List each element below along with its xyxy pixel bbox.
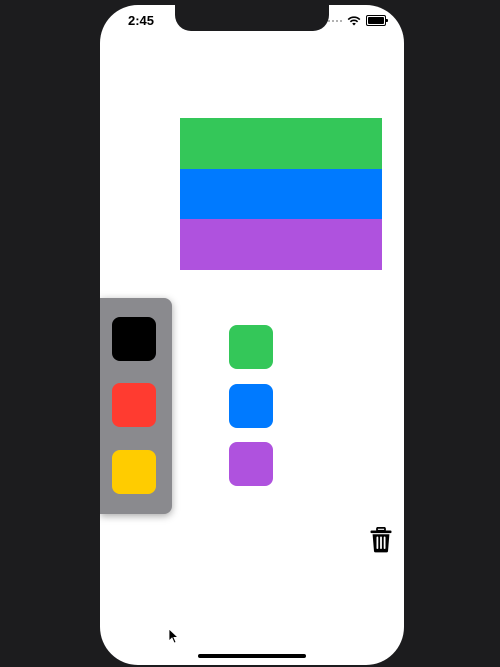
trash-icon[interactable] xyxy=(370,527,392,553)
notch xyxy=(175,5,329,31)
tile-green[interactable] xyxy=(229,325,273,369)
battery-icon xyxy=(366,15,388,26)
cursor-icon xyxy=(168,628,180,644)
stripe-green[interactable] xyxy=(180,118,382,169)
tile-purple[interactable] xyxy=(229,442,273,486)
status-time: 2:45 xyxy=(128,13,155,28)
stripe-purple[interactable] xyxy=(180,219,382,271)
status-icons xyxy=(328,15,388,26)
wifi-icon xyxy=(347,15,361,25)
swatch-yellow[interactable] xyxy=(112,450,156,494)
swatch-black[interactable] xyxy=(112,317,156,361)
stripe-blue[interactable] xyxy=(180,168,382,220)
swatch-red[interactable] xyxy=(112,383,156,427)
home-indicator[interactable] xyxy=(198,654,306,658)
signal-icon xyxy=(328,19,342,22)
stripe-flag[interactable] xyxy=(180,118,382,271)
tile-blue[interactable] xyxy=(229,384,273,428)
phone-screen: 2:45 xyxy=(100,5,404,665)
color-palette-panel xyxy=(100,298,172,514)
